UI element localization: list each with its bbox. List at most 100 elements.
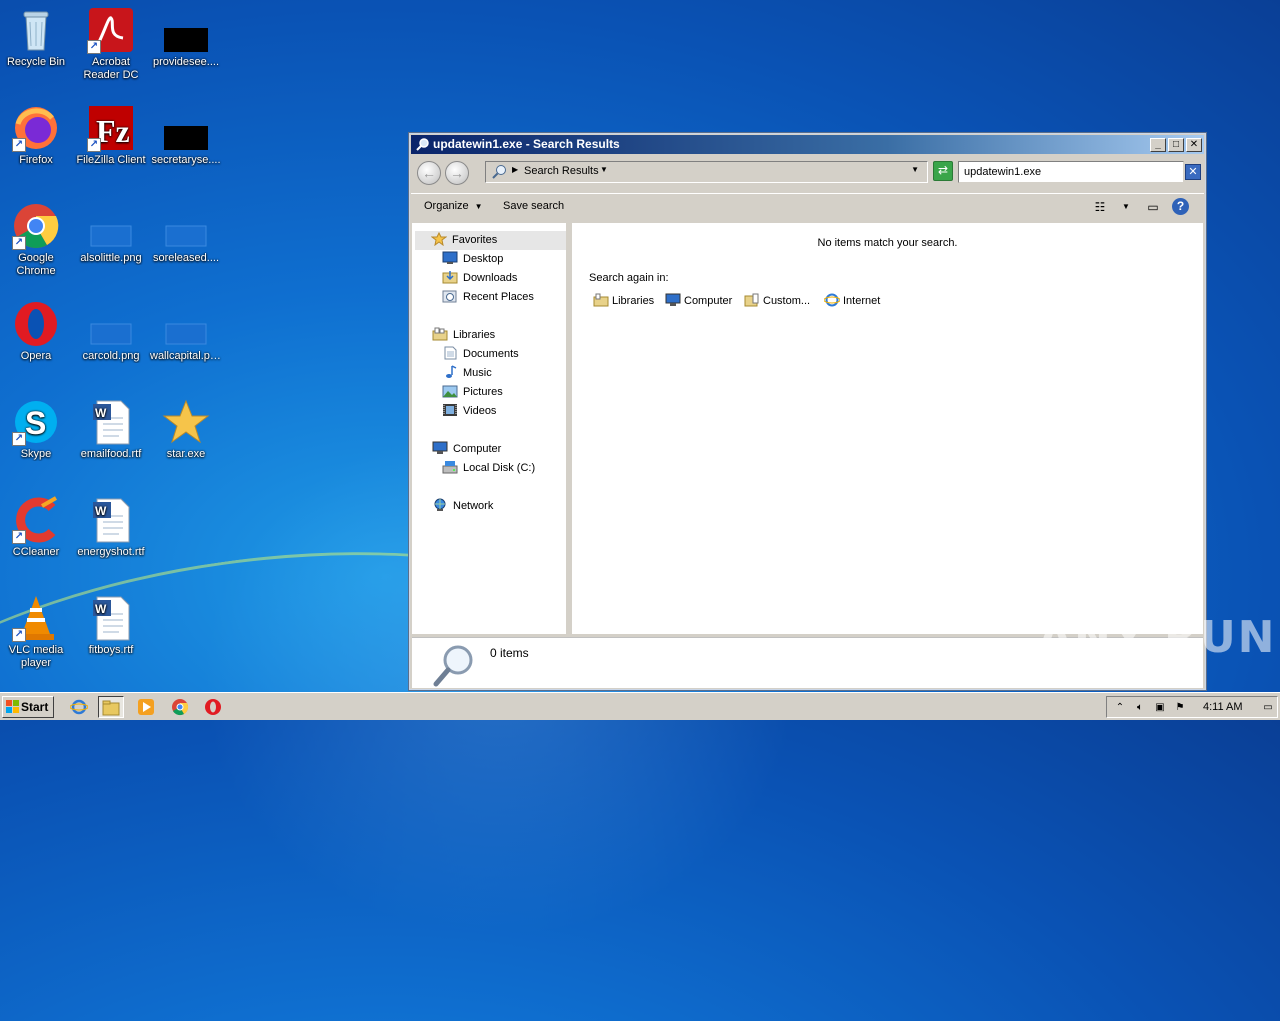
desktop-icon-filezilla[interactable]: Fz ↗ FileZilla Client <box>73 104 149 167</box>
word-document-icon: W <box>87 496 135 544</box>
location-label: Custom... <box>763 295 811 307</box>
location-label: Internet <box>843 295 881 307</box>
windows-flag-icon <box>6 700 19 713</box>
desktop-icon-wallcapital[interactable]: wallcapital.png <box>148 300 224 363</box>
nav-network[interactable]: Network <box>432 497 493 516</box>
breadcrumb-search-results[interactable]: Search Results <box>524 165 599 177</box>
nav-label: Pictures <box>463 386 503 398</box>
desktop-icon-acrobat[interactable]: ↗ Acrobat Reader DC <box>73 6 149 82</box>
organize-button[interactable]: Organize ▼ <box>424 200 483 212</box>
results-pane[interactable]: No items match your search. Search again… <box>572 223 1203 634</box>
file-thumbnail-icon <box>162 6 210 54</box>
volume-icon[interactable]: 🔈︎ <box>1133 701 1147 714</box>
show-hidden-icons-icon[interactable]: ⌃ <box>1113 701 1127 714</box>
taskbar-explorer-icon[interactable] <box>98 696 124 718</box>
desktop-icon-alsolittle[interactable]: alsolittle.png <box>73 202 149 265</box>
window-titlebar[interactable]: updatewin1.exe - Search Results _ □ ✕ <box>411 135 1204 154</box>
nav-label: Music <box>463 367 492 379</box>
action-center-flag-icon[interactable]: ⚑ <box>1173 701 1187 714</box>
nav-recent-places[interactable]: Recent Places <box>442 288 534 307</box>
desktop-icon-fitboys[interactable]: W fitboys.rtf <box>73 594 149 657</box>
search-again-internet-link[interactable]: Internet <box>823 293 881 307</box>
maximize-button[interactable]: □ <box>1168 138 1184 152</box>
taskbar-opera-icon[interactable] <box>200 696 226 718</box>
view-options-icon[interactable]: ☷ <box>1091 198 1109 216</box>
nav-label: Videos <box>463 405 497 417</box>
search-again-custom-link[interactable]: Custom... <box>744 293 810 307</box>
organize-label: Organize <box>424 200 469 212</box>
view-dropdown-icon[interactable]: ▼ <box>1117 198 1135 216</box>
anyrun-watermark: ANY RUN <box>1038 612 1277 663</box>
clear-search-button[interactable]: ✕ <box>1185 164 1201 180</box>
desktop-icon-label: alsolittle.png <box>80 252 142 264</box>
explorer-window[interactable]: updatewin1.exe - Search Results _ □ ✕ ← … <box>408 132 1207 691</box>
network-tray-icon[interactable]: ▣ <box>1153 701 1167 714</box>
desktop-icon-skype[interactable]: S ↗ Skype <box>0 398 74 461</box>
svg-text:W: W <box>95 602 107 616</box>
nav-downloads[interactable]: Downloads <box>442 269 517 288</box>
save-search-button[interactable]: Save search <box>503 200 564 212</box>
desktop-icon-label: wallcapital.png <box>150 350 223 362</box>
start-button[interactable]: Start <box>2 696 54 718</box>
desktop-icon-soreleased[interactable]: soreleased.... <box>148 202 224 265</box>
nav-local-disk[interactable]: Local Disk (C:) <box>442 459 535 478</box>
nav-music[interactable]: Music <box>442 364 492 383</box>
help-icon[interactable]: ? <box>1172 198 1189 215</box>
desktop-icon-emailfood[interactable]: W emailfood.rtf <box>73 398 149 461</box>
desktop-icon-providesee[interactable]: providesee.... <box>148 6 224 69</box>
search-input[interactable]: updatewin1.exe <box>958 161 1184 183</box>
back-button[interactable]: ← <box>417 161 441 185</box>
desktop-icon-label: Google Chrome <box>16 252 56 277</box>
desktop-icon-vlc[interactable]: ↗ VLC media player <box>0 594 74 670</box>
taskbar-media-player-icon[interactable] <box>133 696 159 718</box>
computer-icon <box>432 441 448 455</box>
nav-favorites[interactable]: Favorites <box>415 231 566 250</box>
forward-button[interactable]: → <box>445 161 469 185</box>
location-label: Libraries <box>612 295 655 307</box>
address-bar[interactable]: ▶ Search Results ▼ ▼ <box>485 161 928 183</box>
preview-pane-icon[interactable]: ▭ <box>1144 198 1162 216</box>
desktop-icon-label: FileZilla Client <box>76 154 146 166</box>
nav-pictures[interactable]: Pictures <box>442 383 503 402</box>
nav-libraries[interactable]: Libraries <box>432 326 495 345</box>
desktop-icon-label: star.exe <box>166 448 206 460</box>
show-desktop-icon[interactable]: ▭ <box>1261 701 1275 714</box>
breadcrumb-chevron-icon[interactable]: ▶ <box>512 165 518 174</box>
desktop-icon-ccleaner[interactable]: ↗ CCleaner <box>0 496 74 559</box>
desktop-icon-recycle-bin[interactable]: Recycle Bin <box>0 6 74 69</box>
taskbar-internet-explorer-icon[interactable] <box>66 696 92 718</box>
ccleaner-icon: ↗ <box>12 496 60 544</box>
desktop-icon-star-exe[interactable]: star.exe <box>148 398 224 461</box>
desktop-icon-chrome[interactable]: ↗ Google Chrome <box>0 202 74 278</box>
acrobat-icon: ↗ <box>87 6 135 54</box>
shortcut-arrow-icon: ↗ <box>12 236 26 250</box>
desktop-icon-label: secretaryse.... <box>151 154 221 166</box>
nav-computer[interactable]: Computer <box>432 440 501 459</box>
nav-videos[interactable]: Videos <box>442 402 496 421</box>
desktop-icon-carcold[interactable]: carcold.png <box>73 300 149 363</box>
desktop-icon-label: CCleaner <box>12 546 60 558</box>
desktop-icon-energyshot[interactable]: W energyshot.rtf <box>73 496 149 559</box>
refresh-button[interactable]: ⇄ <box>933 161 953 181</box>
close-button[interactable]: ✕ <box>1186 138 1202 152</box>
breadcrumb-dropdown-icon[interactable]: ▼ <box>600 165 608 174</box>
desktop-icon-label: Recycle Bin <box>6 56 66 68</box>
word-document-icon: W <box>87 398 135 446</box>
desktop-icon-firefox[interactable]: ↗ Firefox <box>0 104 74 167</box>
star-icon <box>430 231 448 247</box>
nav-desktop[interactable]: Desktop <box>442 250 503 269</box>
search-again-computer-link[interactable]: Computer <box>665 293 732 307</box>
desktop-icon-opera[interactable]: Opera <box>0 300 74 363</box>
desktop-icon-label: Acrobat Reader DC <box>83 56 139 81</box>
file-thumbnail-icon <box>162 104 210 152</box>
libraries-icon <box>593 293 609 307</box>
desktop-icon-secretaryse[interactable]: secretaryse.... <box>148 104 224 167</box>
taskbar-chrome-icon[interactable] <box>167 696 193 718</box>
address-history-dropdown-icon[interactable]: ▼ <box>911 165 919 174</box>
minimize-button[interactable]: _ <box>1150 138 1166 152</box>
recent-places-icon <box>442 289 458 303</box>
search-again-libraries-link[interactable]: Libraries <box>593 293 654 307</box>
clock[interactable]: 4:11 AM <box>1203 701 1243 713</box>
nav-documents[interactable]: Documents <box>442 345 519 364</box>
nav-label: Documents <box>463 348 519 360</box>
